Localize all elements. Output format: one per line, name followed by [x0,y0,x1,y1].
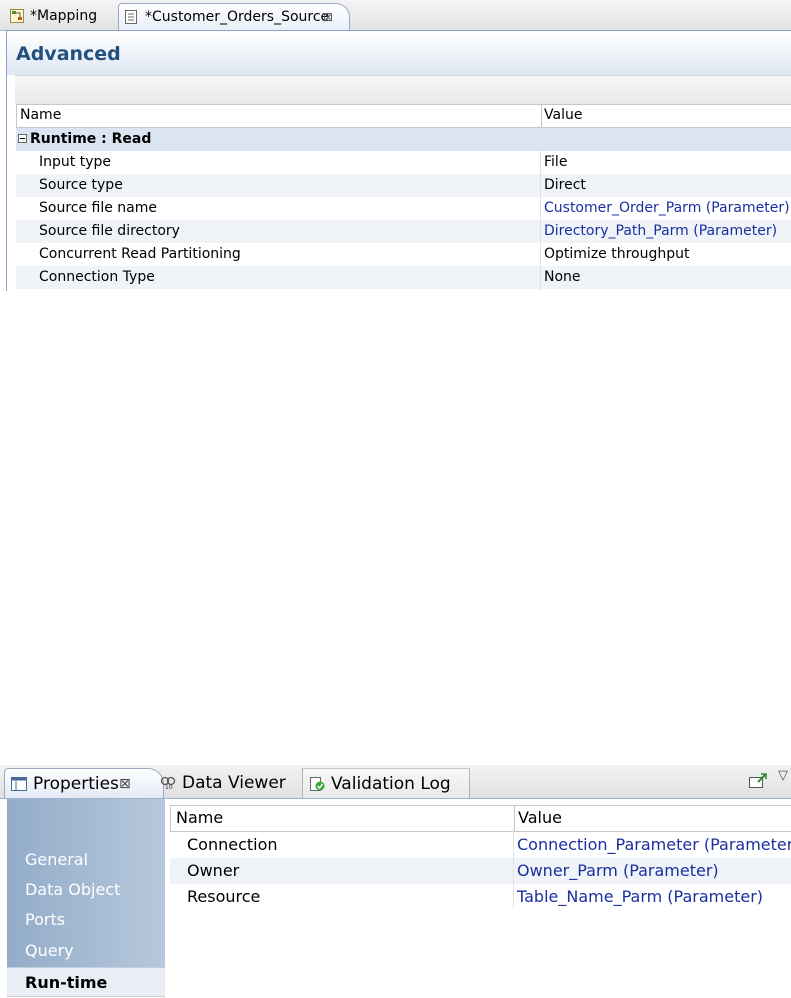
property-name: Input type [39,154,111,170]
table-row[interactable]: Source type Direct [16,174,791,197]
runtime-properties-table: Name Value Connection Connection_Paramet… [170,805,791,910]
editor-tab-bar: *Mapping *Customer_Orders_Source ⊠ [0,0,791,31]
tab-customer-orders-source[interactable]: *Customer_Orders_Source ⊠ [118,3,350,31]
property-value-parameter[interactable]: Connection_Parameter (Parameter) [517,832,791,858]
sidebar-item-general[interactable]: General [7,845,165,875]
tab-validation-log[interactable]: Validation Log [302,768,470,798]
column-divider [513,830,514,908]
property-value-parameter[interactable]: Table_Name_Parm (Parameter) [517,884,763,910]
property-value-parameter[interactable]: Directory_Path_Parm (Parameter) [544,220,777,243]
section-header: Advanced [7,31,791,75]
property-name: Connection Type [39,269,155,285]
sidebar-item-query[interactable]: Query [7,936,165,966]
properties-icon [11,777,27,791]
table-row[interactable]: Connection Connection_Parameter (Paramet… [170,832,791,858]
validation-log-icon [310,777,325,791]
close-icon[interactable]: ⊠ [323,4,333,31]
editor-content: Advanced Name Value Runtime : Read Input… [6,30,791,291]
pin-icon[interactable] [748,773,768,789]
property-value-parameter[interactable]: Owner_Parm (Parameter) [517,858,719,884]
table-row[interactable]: Connection Type None [16,266,791,289]
property-value-parameter[interactable]: Customer_Order_Parm (Parameter) [544,197,790,220]
close-icon[interactable]: ⊠ [119,769,131,799]
column-header-name[interactable]: Name [176,806,223,830]
group-label: Runtime : Read [30,131,152,147]
column-divider[interactable] [514,806,515,831]
grid-header: Name Value [16,104,791,128]
section-toolbar [15,75,791,104]
property-name: Source file name [39,200,158,216]
tab-validation-log-label: Validation Log [331,774,451,794]
tab-properties[interactable]: Properties ⊠ [4,768,164,798]
property-name: Owner [187,861,240,880]
property-value[interactable]: Optimize throughput [544,243,689,266]
data-viewer-icon: 10 [160,776,176,790]
column-header-value[interactable]: Value [518,806,562,830]
tab-data-viewer[interactable]: 10 Data Viewer [154,768,300,798]
properties-view: Properties ⊠ 10 Data Viewer Validation L… [0,765,791,997]
svg-text:10: 10 [165,784,173,790]
property-name: Concurrent Read Partitioning [39,246,241,262]
mapping-icon [10,9,24,23]
advanced-properties-grid: Name Value Runtime : Read Input type Fil… [16,104,791,291]
table-header: Name Value [170,805,791,832]
table-row[interactable]: Owner Owner_Parm (Parameter) [170,858,791,884]
property-name: Source file directory [39,223,180,239]
table-row[interactable]: Input type File [16,151,791,174]
collapse-icon[interactable] [18,134,27,143]
view-tab-bar: Properties ⊠ 10 Data Viewer Validation L… [0,765,791,799]
tab-properties-label: Properties [33,774,119,794]
table-row[interactable]: Resource Table_Name_Parm (Parameter) [170,884,791,910]
column-header-value[interactable]: Value [544,105,582,126]
tab-data-viewer-label: Data Viewer [182,773,286,793]
table-row[interactable]: Source file name Customer_Order_Parm (Pa… [16,197,791,220]
section-title: Advanced [16,43,121,65]
tab-mapping-label: *Mapping [30,8,98,24]
tab-mapping[interactable]: *Mapping [4,3,114,30]
property-name: Connection [187,835,278,854]
table-row[interactable]: Source file directory Directory_Path_Par… [16,220,791,243]
property-name: Source type [39,177,123,193]
tab-source-label: *Customer_Orders_Source [145,9,330,25]
properties-sidebar: General Data Object Ports Query Run-time [7,799,165,997]
property-value[interactable]: File [544,151,567,174]
property-value[interactable]: Direct [544,174,586,197]
table-row[interactable]: Concurrent Read Partitioning Optimize th… [16,243,791,266]
data-object-editor: *Mapping *Customer_Orders_Source ⊠ Advan… [0,0,791,291]
column-divider[interactable] [541,105,542,127]
group-row-runtime-read[interactable]: Runtime : Read [16,128,791,151]
column-header-name[interactable]: Name [20,105,61,126]
column-divider [540,126,541,291]
sidebar-item-data-object[interactable]: Data Object [7,875,165,905]
data-object-icon [125,10,137,24]
property-name: Resource [187,887,261,906]
view-menu-icon[interactable]: ▽ [778,768,788,783]
sidebar-item-ports[interactable]: Ports [7,905,165,935]
property-value[interactable]: None [544,266,581,289]
